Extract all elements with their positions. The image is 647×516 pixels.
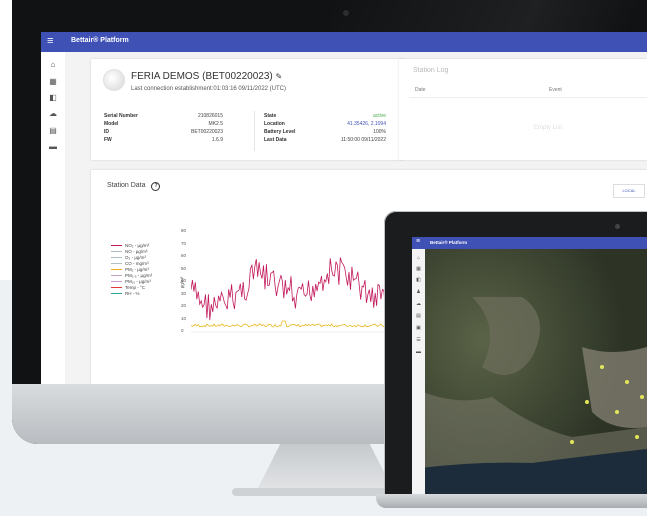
device-name: FERIA DEMOS (BET00220023) ✎ <box>131 71 283 82</box>
y-tick-label: 30 <box>181 290 187 296</box>
home-icon[interactable]: ⌂ <box>47 60 59 70</box>
device-status-label: Last Data <box>264 137 287 143</box>
legend-label: PM₂.₅ - µg/m³ <box>125 273 153 278</box>
device-field-label: Serial Number <box>104 113 138 119</box>
last-connection: Last connection establishment:01:03:16 0… <box>131 86 286 92</box>
device-status-value: 11:50:00 09/11/2022 <box>340 137 386 143</box>
y-tick-label: 0 <box>181 328 184 333</box>
device-status-label: State <box>264 113 277 119</box>
legend-label: NO - µg/m³ <box>125 249 148 254</box>
legend-swatch <box>111 293 122 295</box>
legend-label: NO₂ - µg/m³ <box>125 243 150 248</box>
legend-item[interactable]: CO - mg/m³ <box>111 261 149 266</box>
legend-label: O₃ - µg/m³ <box>125 255 146 260</box>
legend-swatch <box>111 251 122 253</box>
y-tick-label: 80 <box>181 228 187 233</box>
legend-item[interactable]: Temp - °C <box>111 285 145 290</box>
legend-item[interactable]: PM₁ - µg/m³ <box>111 267 149 272</box>
local-time-button[interactable]: LOCAL <box>613 184 645 198</box>
device-avatar <box>103 69 125 91</box>
legend-swatch <box>111 275 122 277</box>
device-status-label: Location <box>264 121 285 127</box>
edit-pencil-icon[interactable]: ✎ <box>276 72 283 81</box>
device-status-value: 41.35426, 2.1094 <box>347 121 386 127</box>
help-icon[interactable]: ? <box>151 182 161 191</box>
y-tick-label: 10 <box>181 315 187 321</box>
sidebar: ⌂ ▦ ◧ ☁ ▤ ▬ <box>41 52 65 384</box>
legend-label: PM₁₀ - µg/m³ <box>125 279 151 284</box>
legend-item[interactable]: PM₂.₅ - µg/m³ <box>111 273 152 278</box>
legend-label: CO - mg/m³ <box>125 261 149 266</box>
device-field-value: MK2.5 <box>208 121 223 127</box>
y-tick-label: 20 <box>181 303 187 308</box>
device-field-value: BET00220023 <box>191 129 223 135</box>
cloud-icon[interactable]: ☁ <box>47 109 59 119</box>
y-tick-label: 70 <box>181 240 187 246</box>
feedback-icon[interactable]: ▬ <box>47 142 59 152</box>
document-icon[interactable]: ▤ <box>47 126 59 136</box>
legend-item[interactable]: O₃ - µg/m³ <box>111 255 146 260</box>
legend-item[interactable]: NO - µg/m³ <box>111 249 147 254</box>
laptop-rim <box>384 211 647 507</box>
legend-item[interactable]: PM₁₀ - µg/m³ <box>111 279 151 284</box>
y-tick-label: 60 <box>181 253 187 258</box>
device-status-label: Battery Level <box>264 129 296 135</box>
legend-swatch <box>111 281 122 283</box>
legend-swatch <box>111 287 122 289</box>
log-column-event: Event <box>549 87 562 93</box>
station-log-title: Station Log <box>413 67 449 74</box>
laptop-base <box>376 494 647 508</box>
hamburger-menu-icon[interactable]: ≡ <box>47 35 53 47</box>
device-field-label: ID <box>104 129 109 135</box>
log-column-date: Date <box>415 87 426 93</box>
y-tick-label: 50 <box>181 265 187 271</box>
device-status-value: 100% <box>373 129 386 135</box>
devices-icon[interactable]: ◧ <box>47 93 59 103</box>
device-field-label: Model <box>104 121 119 127</box>
station-data-title: Station Data ? <box>107 182 161 191</box>
device-status-value: active <box>372 113 386 119</box>
device-field-value: 1.6.9 <box>211 137 223 143</box>
legend-swatch <box>111 257 122 259</box>
legend-swatch <box>111 263 122 265</box>
legend-swatch <box>111 245 122 247</box>
log-empty-text: Empty List <box>534 125 563 131</box>
device-field-label: FW <box>104 137 112 143</box>
log-header-divider <box>409 97 647 98</box>
app-title: Bettair® Platform <box>71 37 129 44</box>
app-bar: ≡ Bettair® Platform <box>41 32 647 52</box>
device-field-value: 210826015 <box>197 113 223 119</box>
legend-label: Temp - °C <box>125 285 146 290</box>
legend-item[interactable]: RH - % <box>111 291 140 296</box>
legend-label: PM₁ - µg/m³ <box>125 267 149 272</box>
station-log-card: Station Log Date Event Empty List <box>399 59 647 160</box>
legend-item[interactable]: NO₂ - µg/m³ <box>111 243 149 248</box>
field-divider <box>254 111 255 151</box>
device-card: FERIA DEMOS (BET00220023) ✎ Last connect… <box>91 59 403 160</box>
legend-swatch <box>111 269 122 271</box>
legend-label: RH - % <box>125 291 140 296</box>
y-tick-label: 40 <box>181 278 187 283</box>
dashboard-icon[interactable]: ▦ <box>47 77 59 87</box>
